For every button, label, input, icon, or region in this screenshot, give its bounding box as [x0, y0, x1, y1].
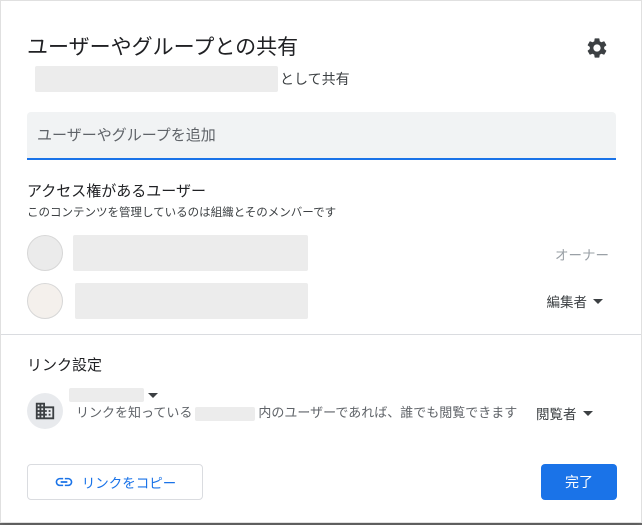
caret-down-icon — [582, 410, 593, 416]
link-role-dropdown[interactable]: 閲覧者 — [536, 403, 593, 423]
add-people-input[interactable] — [27, 112, 616, 160]
gear-icon[interactable] — [585, 36, 609, 60]
avatar — [27, 235, 63, 271]
person-row-owner: オーナー — [27, 234, 617, 272]
dialog-title: ユーザーやグループとの共有 — [27, 35, 299, 59]
done-button[interactable]: 完了 — [541, 464, 617, 500]
shared-as-account-redacted — [35, 66, 278, 92]
access-heading: アクセス権があるユーザー — [27, 182, 206, 200]
shared-as-label: として共有 — [280, 72, 350, 88]
link-desc-after: 内のユーザーであれば、誰でも閲覧できます — [258, 406, 518, 421]
caret-down-icon — [148, 392, 158, 398]
editor-role-label: 編集者 — [546, 295, 588, 311]
caret-down-icon — [593, 298, 603, 304]
link-description: リンクを知っている 内のユーザーであれば、誰でも閲覧できます — [76, 406, 526, 422]
link-desc-before: リンクを知っている — [76, 406, 193, 421]
organization-icon — [27, 393, 63, 429]
editor-role-dropdown[interactable]: 編集者 — [546, 291, 603, 311]
access-subtitle: このコンテンツを管理しているのは組織とそのメンバーです — [27, 205, 337, 219]
link-role-label: 閲覧者 — [536, 407, 577, 423]
avatar — [27, 283, 63, 319]
org-name-redacted — [195, 406, 256, 421]
person-row-editor: 編集者 — [27, 282, 617, 320]
person-name-redacted — [75, 283, 308, 319]
copy-link-label: リンクをコピー — [81, 476, 177, 492]
building-icon — [35, 402, 55, 420]
share-dialog: ユーザーやグループとの共有 として共有 アクセス権があるユーザー このコンテンツ… — [0, 0, 642, 523]
link-scope-dropdown[interactable] — [69, 387, 158, 403]
person-name-redacted — [73, 235, 308, 271]
copy-link-button[interactable]: リンクをコピー — [27, 464, 203, 500]
owner-role-label: オーナー — [555, 248, 609, 264]
link-scope-redacted — [69, 388, 144, 402]
section-divider — [1, 334, 641, 335]
link-settings-heading: リンク設定 — [27, 356, 103, 374]
link-icon — [55, 477, 73, 487]
